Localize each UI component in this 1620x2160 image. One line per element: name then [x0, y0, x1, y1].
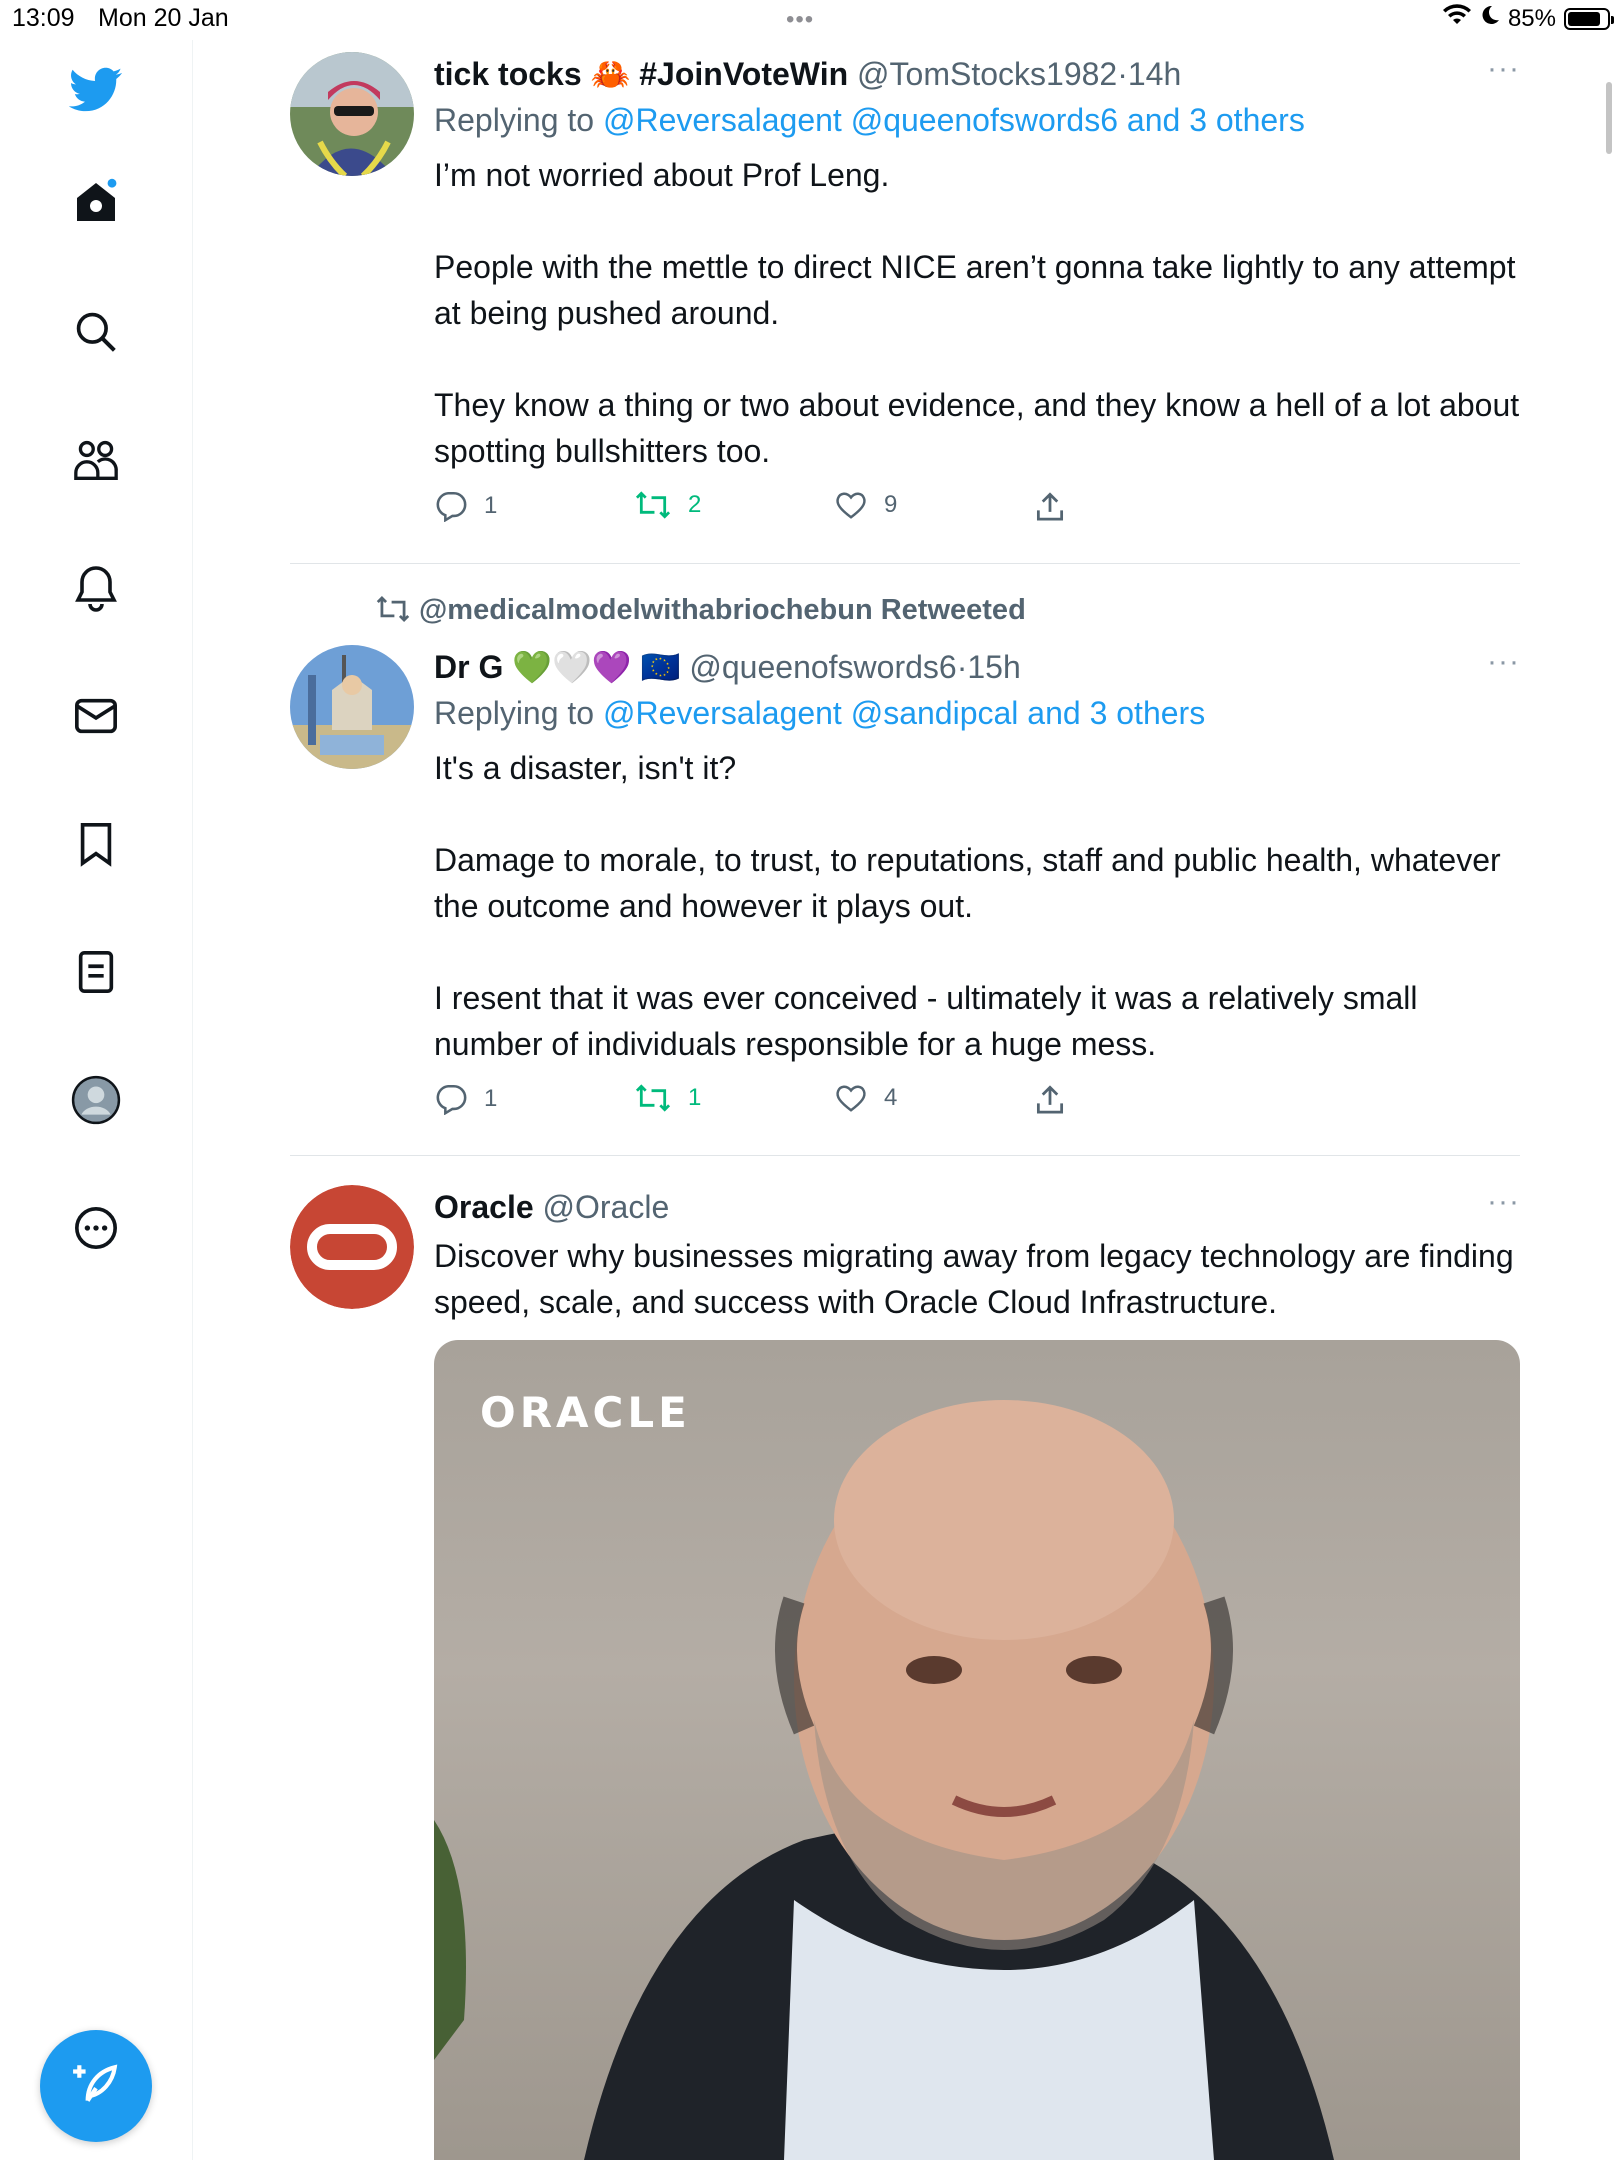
retweet-count: 2 [688, 491, 702, 518]
twitter-logo-icon[interactable] [66, 60, 126, 120]
share-button[interactable] [1034, 1083, 1066, 1115]
compose-icon [71, 2059, 121, 2114]
reply-icon [436, 1084, 467, 1115]
crab-emoji: 🦀 [590, 56, 631, 92]
tweet-actions: 1 1 4 [434, 1083, 1520, 1133]
separator: · [956, 649, 968, 685]
share-button[interactable] [1034, 490, 1066, 522]
profile-icon[interactable] [66, 1070, 126, 1130]
retweet-icon [635, 491, 671, 519]
retweeted-by[interactable]: @medicalmodelwithabriochebun Retweeted [375, 594, 1026, 627]
tweet-paragraph: People with the mettle to direct NICE ar… [434, 249, 1516, 331]
more-options-icon[interactable]: ··· [1487, 52, 1520, 86]
tweet-text: Discover why businesses migrating away f… [434, 1238, 1514, 1320]
retweet-icon [635, 1084, 671, 1112]
bookmarks-icon[interactable] [66, 814, 126, 874]
tweet-video[interactable]: ORACLE [434, 1340, 1520, 2160]
status-right: 85% [1442, 4, 1614, 33]
sidebar [0, 40, 193, 2160]
battery-icon [1564, 7, 1614, 30]
share-icon [1036, 1085, 1064, 1114]
replying-mentions[interactable]: @Reversalagent @queenofswords6 and 3 oth… [603, 102, 1305, 138]
tweet-paragraph: I’m not worried about Prof Leng. [434, 157, 890, 193]
retweeted-by-label: @medicalmodelwithabriochebun Retweeted [419, 594, 1026, 626]
tweet-text: It's a disaster, isn't it? Damage to mor… [434, 745, 1520, 1067]
separator: · [1117, 56, 1128, 92]
timestamp[interactable]: 14h [1128, 56, 1181, 92]
like-count: 4 [884, 1084, 898, 1111]
communities-icon[interactable] [66, 430, 126, 490]
name-hashtag[interactable]: #JoinVoteWin [639, 56, 848, 92]
divider [290, 563, 1520, 564]
tweet[interactable]: Dr G 💚🤍💜 🇪🇺 @queenofswords6·15h ··· Repl… [290, 645, 1520, 1145]
battery-fill [1568, 11, 1601, 26]
like-count: 9 [884, 491, 898, 518]
messages-icon[interactable] [66, 686, 126, 746]
tweet-paragraph: I resent that it was ever conceived - ul… [434, 980, 1418, 1062]
search-icon[interactable] [66, 302, 126, 362]
tweet-paragraph: They know a thing or two about evidence,… [434, 387, 1520, 469]
tweet-content: Oracle @Oracle ··· Discover why business… [434, 1185, 1520, 1325]
retweet-button[interactable]: 2 [634, 490, 701, 520]
status-date: Mon 20 Jan [98, 4, 229, 32]
compose-button[interactable] [40, 2030, 152, 2142]
retweet-button[interactable]: 1 [634, 1083, 701, 1113]
multitasking-dots-icon[interactable]: ••• [786, 6, 814, 34]
handle[interactable]: @queenofswords6 [689, 649, 956, 685]
battery-percent: 85% [1507, 4, 1556, 32]
more-options-icon[interactable]: ··· [1487, 1185, 1520, 1219]
moon-icon [1480, 4, 1500, 33]
more-icon[interactable] [66, 1198, 126, 1258]
reply-button[interactable]: 1 [434, 490, 497, 522]
share-icon [1036, 492, 1064, 521]
tweet-header: Dr G 💚🤍💜 🇪🇺 @queenofswords6·15h [434, 645, 1520, 689]
avatar[interactable] [290, 52, 414, 176]
replying-prefix: Replying to [434, 695, 595, 731]
tweet-content: Dr G 💚🤍💜 🇪🇺 @queenofswords6·15h ··· Repl… [434, 645, 1520, 1133]
reply-count: 1 [484, 1085, 498, 1112]
display-name[interactable]: Oracle [434, 1189, 534, 1225]
heart-icon [836, 1085, 866, 1112]
tweet-text: I’m not worried about Prof Leng. People … [434, 152, 1520, 474]
status-bar: 13:09 Mon 20 Jan ••• 85% [0, 0, 1620, 40]
retweet-small-icon [376, 595, 410, 623]
more-options-icon[interactable]: ··· [1487, 645, 1520, 679]
scrollbar[interactable] [1606, 82, 1612, 154]
display-name[interactable]: Dr G [434, 649, 503, 685]
replying-to: Replying to @Reversalagent @queenofsword… [434, 96, 1520, 144]
reply-button[interactable]: 1 [434, 1083, 497, 1115]
divider [290, 1155, 1520, 1156]
replying-prefix: Replying to [434, 102, 595, 138]
tweet-header: Oracle @Oracle [434, 1185, 1520, 1229]
reply-count: 1 [484, 492, 498, 519]
tweet-header: tick tocks 🦀 #JoinVoteWin @TomStocks1982… [434, 52, 1520, 96]
notifications-icon[interactable] [66, 558, 126, 618]
timestamp[interactable]: 15h [967, 649, 1020, 685]
replying-mentions[interactable]: @Reversalagent @sandipcal and 3 others [603, 695, 1205, 731]
status-time: 13:09 [12, 4, 75, 32]
tweet-content: tick tocks 🦀 #JoinVoteWin @TomStocks1982… [434, 52, 1520, 540]
tweet[interactable]: tick tocks 🦀 #JoinVoteWin @TomStocks1982… [290, 52, 1520, 552]
avatar[interactable] [290, 1185, 414, 1309]
heart-emojis: 💚🤍💜 [512, 649, 632, 685]
tweet-paragraph: Damage to morale, to trust, to reputatio… [434, 842, 1501, 924]
wifi-icon [1442, 4, 1472, 33]
lists-icon[interactable] [66, 942, 126, 1002]
video-person-illustration [434, 1400, 1334, 2160]
tweet-paragraph: It's a disaster, isn't it? [434, 750, 737, 786]
display-name[interactable]: tick tocks [434, 56, 582, 92]
handle[interactable]: @TomStocks1982 [857, 56, 1117, 92]
tweet-actions: 1 2 9 [434, 490, 1520, 540]
replying-to: Replying to @Reversalagent @sandipcal an… [434, 689, 1520, 737]
like-button[interactable]: 4 [834, 1083, 897, 1113]
handle[interactable]: @Oracle [543, 1189, 670, 1225]
like-button[interactable]: 9 [834, 490, 897, 520]
heart-icon [836, 492, 866, 519]
home-icon[interactable] [66, 172, 126, 232]
avatar[interactable] [290, 645, 414, 769]
retweet-count: 1 [688, 1084, 702, 1111]
reply-icon [436, 491, 467, 522]
eu-flag-emoji: 🇪🇺 [640, 649, 681, 685]
